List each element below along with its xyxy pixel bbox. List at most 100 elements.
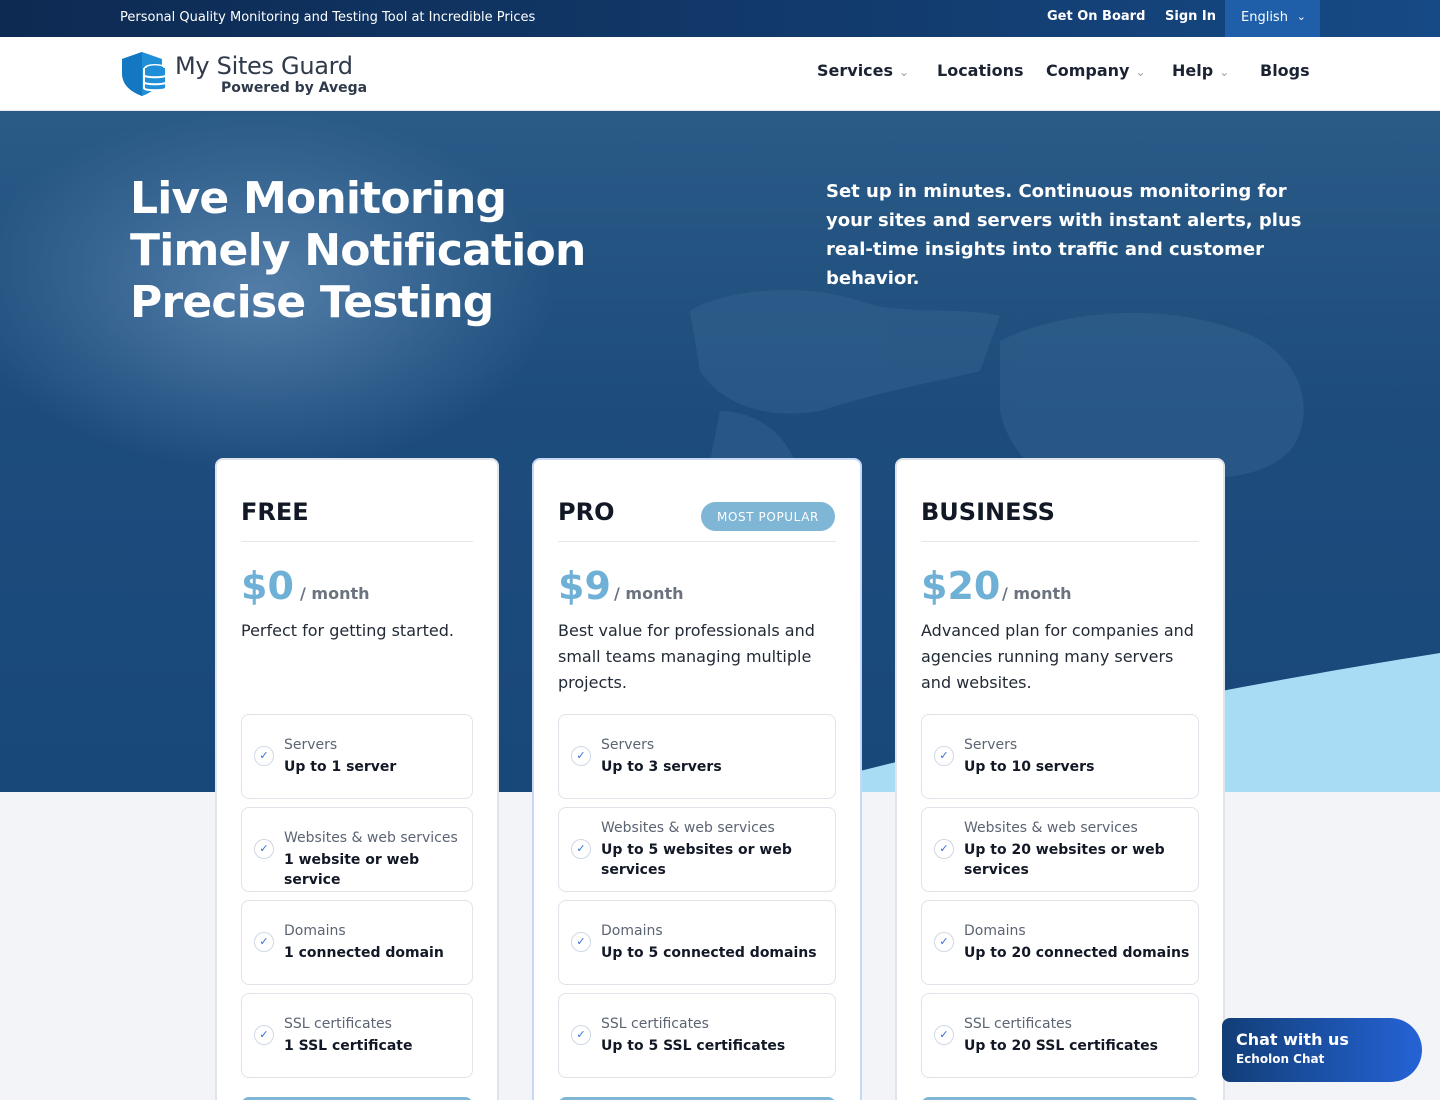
check-icon: ✓ bbox=[571, 746, 591, 766]
nav-company-label: Company bbox=[1046, 61, 1130, 80]
plan-description: Best value for professionals and small t… bbox=[558, 621, 815, 692]
feature-servers: ✓ Servers Up to 3 servers bbox=[558, 714, 836, 799]
plan-period: / month bbox=[1002, 584, 1072, 603]
headline-line-2: Timely Notification bbox=[130, 225, 586, 276]
plan-period: / month bbox=[300, 584, 370, 603]
feature-label: Websites & web services bbox=[964, 820, 1138, 836]
feature-label: SSL certificates bbox=[601, 1016, 709, 1032]
check-icon: ✓ bbox=[254, 1025, 274, 1045]
plan-price: $20 bbox=[921, 564, 1001, 608]
chat-widget[interactable]: Chat with us Echolon Chat bbox=[1222, 1018, 1422, 1082]
feature-value: 1 website or web service bbox=[284, 852, 420, 888]
feature-servers: ✓ Servers Up to 10 servers bbox=[921, 714, 1199, 799]
feature-websites: ✓ Websites & web services 1 website or w… bbox=[241, 807, 473, 892]
feature-value: Up to 10 servers bbox=[964, 759, 1095, 775]
plan-price: $0 bbox=[241, 564, 294, 608]
check-icon: ✓ bbox=[571, 1025, 591, 1045]
chevron-down-icon: ⌄ bbox=[1296, 10, 1306, 23]
feature-label: Servers bbox=[284, 737, 338, 753]
feature-websites: ✓ Websites & web services Up to 5 websit… bbox=[558, 807, 836, 892]
check-icon: ✓ bbox=[254, 932, 274, 952]
check-icon: ✓ bbox=[254, 746, 274, 766]
plan-name: FREE bbox=[241, 498, 309, 526]
feature-value: Up to 20 connected domains bbox=[964, 945, 1190, 961]
main-header: My Sites Guard Powered by Avega Services… bbox=[0, 37, 1440, 111]
feature-ssl: ✓ SSL certificates 1 SSL certificate bbox=[241, 993, 473, 1078]
feature-domains: ✓ Domains Up to 5 connected domains bbox=[558, 900, 836, 985]
check-icon: ✓ bbox=[571, 932, 591, 952]
brand-subtitle: Powered by Avega bbox=[221, 80, 368, 96]
feature-ssl: ✓ SSL certificates Up to 20 SSL certific… bbox=[921, 993, 1199, 1078]
feature-label: Websites & web services bbox=[284, 830, 458, 846]
most-popular-badge: MOST POPULAR bbox=[701, 502, 835, 531]
tagline: Personal Quality Monitoring and Testing … bbox=[120, 10, 536, 25]
feature-value: Up to 5 connected domains bbox=[601, 945, 817, 961]
feature-value: 1 connected domain bbox=[284, 945, 444, 961]
feature-value: Up to 5 websites or web services bbox=[601, 842, 792, 878]
plan-description: Advanced plan for companies and agencies… bbox=[921, 621, 1194, 692]
feature-label: Servers bbox=[964, 737, 1018, 753]
plan-card-pro: PRO MOST POPULAR $9 / month Best value f… bbox=[532, 458, 862, 1100]
shield-logo-icon bbox=[122, 52, 167, 96]
feature-label: Servers bbox=[601, 737, 655, 753]
feature-value: 1 SSL certificate bbox=[284, 1038, 413, 1054]
get-on-board-link[interactable]: Get On Board bbox=[1047, 9, 1145, 24]
plan-card-free: FREE $0 / month Perfect for getting star… bbox=[215, 458, 499, 1100]
feature-value: Up to 20 SSL certificates bbox=[964, 1038, 1158, 1054]
plan-period: / month bbox=[614, 584, 684, 603]
headline-line-1: Live Monitoring bbox=[130, 173, 507, 224]
nav-help[interactable]: Help ⌄ bbox=[1172, 61, 1229, 80]
chevron-down-icon: ⌄ bbox=[1219, 65, 1230, 79]
divider bbox=[558, 541, 836, 542]
feature-label: SSL certificates bbox=[964, 1016, 1072, 1032]
chevron-down-icon: ⌄ bbox=[1135, 65, 1146, 79]
feature-value: Up to 3 servers bbox=[601, 759, 722, 775]
feature-value: Up to 20 websites or web services bbox=[964, 842, 1165, 878]
feature-ssl: ✓ SSL certificates Up to 5 SSL certifica… bbox=[558, 993, 836, 1078]
feature-label: SSL certificates bbox=[284, 1016, 392, 1032]
nav-services-label: Services bbox=[817, 61, 894, 80]
nav-locations-label: Locations bbox=[937, 61, 1024, 80]
divider bbox=[241, 541, 473, 542]
nav-company[interactable]: Company ⌄ bbox=[1046, 61, 1146, 80]
check-icon: ✓ bbox=[254, 839, 274, 859]
feature-label: Domains bbox=[964, 923, 1026, 939]
logo[interactable]: My Sites Guard Powered by Avega bbox=[120, 49, 380, 99]
feature-websites: ✓ Websites & web services Up to 20 websi… bbox=[921, 807, 1199, 892]
nav-services[interactable]: Services ⌄ bbox=[817, 61, 909, 80]
feature-domains: ✓ Domains 1 connected domain bbox=[241, 900, 473, 985]
check-icon: ✓ bbox=[934, 839, 954, 859]
feature-label: Websites & web services bbox=[601, 820, 775, 836]
divider bbox=[921, 541, 1199, 542]
nav-locations[interactable]: Locations bbox=[937, 61, 1024, 80]
feature-label: Domains bbox=[601, 923, 663, 939]
hero-subtext: Set up in minutes. Continuous monitoring… bbox=[826, 181, 1302, 289]
plan-description: Perfect for getting started. bbox=[241, 621, 454, 640]
nav-help-label: Help bbox=[1172, 61, 1214, 80]
feature-value: Up to 5 SSL certificates bbox=[601, 1038, 786, 1054]
brand-name: My Sites Guard bbox=[175, 52, 353, 80]
plan-price: $9 bbox=[558, 564, 611, 608]
check-icon: ✓ bbox=[571, 839, 591, 859]
chat-subtitle: Echolon Chat bbox=[1236, 1052, 1325, 1066]
chat-title: Chat with us bbox=[1236, 1030, 1349, 1049]
nav-blogs[interactable]: Blogs bbox=[1260, 61, 1310, 80]
feature-label: Domains bbox=[284, 923, 346, 939]
plan-name: BUSINESS bbox=[921, 498, 1055, 526]
feature-value: Up to 1 server bbox=[284, 759, 397, 775]
language-label: English bbox=[1241, 10, 1288, 25]
nav-blogs-label: Blogs bbox=[1260, 61, 1310, 80]
hero-headline: Live Monitoring Timely Notification Prec… bbox=[130, 173, 586, 329]
check-icon: ✓ bbox=[934, 746, 954, 766]
chevron-down-icon: ⌄ bbox=[899, 65, 910, 79]
sign-in-link[interactable]: Sign In bbox=[1165, 9, 1216, 24]
plan-name: PRO bbox=[558, 498, 615, 526]
feature-domains: ✓ Domains Up to 20 connected domains bbox=[921, 900, 1199, 985]
headline-line-3: Precise Testing bbox=[130, 277, 494, 328]
check-icon: ✓ bbox=[934, 932, 954, 952]
check-icon: ✓ bbox=[934, 1025, 954, 1045]
feature-servers: ✓ Servers Up to 1 server bbox=[241, 714, 473, 799]
top-bar: Personal Quality Monitoring and Testing … bbox=[0, 0, 1440, 37]
language-selector[interactable]: English ⌄ bbox=[1225, 0, 1320, 37]
plan-card-business: BUSINESS $20 / month Advanced plan for c… bbox=[895, 458, 1225, 1100]
